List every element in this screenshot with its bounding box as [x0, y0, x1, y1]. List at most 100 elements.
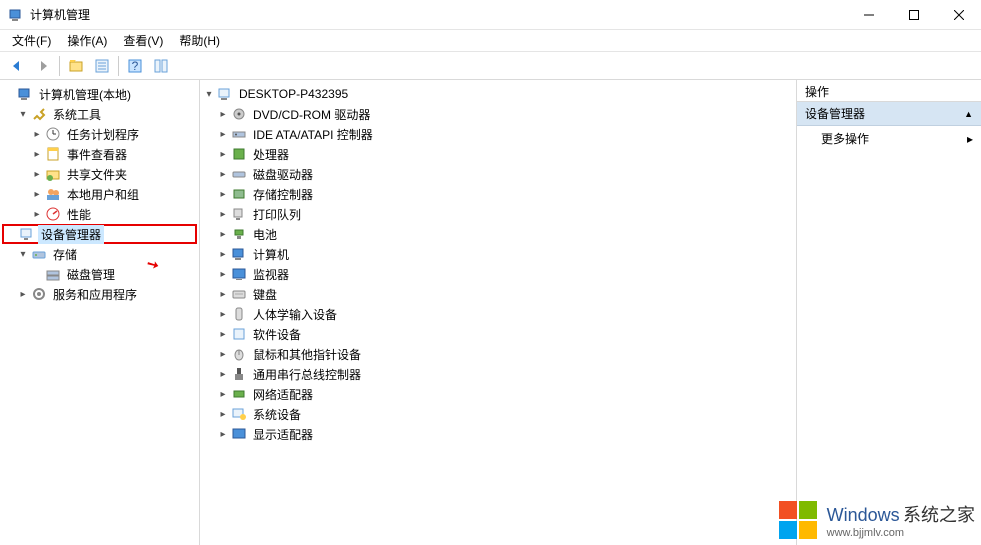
device-label: 监视器 [250, 265, 292, 284]
device-category[interactable]: ▸系统设备 [202, 404, 794, 424]
collapse-icon[interactable]: ▾ [202, 87, 216, 101]
tree-local-users[interactable]: ▸ 本地用户和组 [2, 184, 197, 204]
device-category-icon [231, 266, 247, 282]
device-root[interactable]: ▾ DESKTOP-P432395 [202, 84, 794, 104]
device-category[interactable]: ▸磁盘驱动器 [202, 164, 794, 184]
device-category[interactable]: ▸ 计算机 [202, 244, 794, 264]
window-title: 计算机管理 [30, 6, 846, 23]
expand-icon[interactable]: ▸ [216, 247, 230, 261]
device-category[interactable]: ▸网络适配器 [202, 384, 794, 404]
expand-icon[interactable]: ▸ [216, 387, 230, 401]
expand-icon[interactable]: ▸ [216, 147, 230, 161]
collapse-icon[interactable]: ▾ [16, 247, 30, 261]
expand-icon[interactable]: ▸ [30, 207, 44, 221]
device-label: 软件设备 [250, 325, 304, 344]
device-label: DESKTOP-P432395 [236, 86, 351, 102]
device-category[interactable]: ▸存储控制器 [202, 184, 794, 204]
minimize-button[interactable] [846, 0, 891, 29]
expand-spacer [4, 227, 18, 241]
maximize-button[interactable] [891, 0, 936, 29]
tree-storage[interactable]: ▾ 存储 [2, 244, 197, 264]
collapse-icon[interactable] [2, 87, 16, 101]
device-category-icon [231, 126, 247, 142]
device-label: 键盘 [250, 285, 280, 304]
tree-shared-folders[interactable]: ▸ 共享文件夹 [2, 164, 197, 184]
nav-back-button[interactable] [5, 54, 29, 78]
tree-system-tools[interactable]: ▾ 系统工具 [2, 104, 197, 124]
event-viewer-icon [45, 146, 61, 162]
tree-root-computer-mgmt[interactable]: 计算机管理(本地) [2, 84, 197, 104]
collapse-icon[interactable]: ▾ [16, 107, 30, 121]
device-category-icon [231, 426, 247, 442]
device-label: 通用串行总线控制器 [250, 365, 364, 384]
tree-device-manager[interactable]: 设备管理器 [2, 224, 197, 244]
device-category[interactable]: ▸ 通用串行总线控制器 [202, 364, 794, 384]
tree-label: 任务计划程序 [64, 125, 142, 144]
expand-icon[interactable]: ▸ [216, 107, 230, 121]
help-button[interactable]: ? [123, 54, 147, 78]
expand-icon[interactable]: ▸ [30, 127, 44, 141]
device-category[interactable]: ▸显示适配器 [202, 424, 794, 444]
expand-icon[interactable]: ▸ [216, 427, 230, 441]
tools-icon [31, 106, 47, 122]
device-label: 鼠标和其他指针设备 [250, 345, 364, 364]
expand-icon[interactable]: ▸ [16, 287, 30, 301]
expand-icon[interactable]: ▸ [216, 187, 230, 201]
chevron-right-icon: ▸ [967, 132, 973, 146]
tree-label: 性能 [64, 205, 94, 224]
device-label: 计算机 [250, 245, 292, 264]
expand-icon[interactable]: ▸ [30, 167, 44, 181]
menu-action[interactable]: 操作(A) [59, 30, 115, 51]
expand-icon[interactable]: ▸ [216, 407, 230, 421]
collapse-arrow-icon: ▲ [964, 109, 973, 119]
device-category-icon [231, 366, 247, 382]
nav-forward-button[interactable] [31, 54, 55, 78]
expand-icon[interactable]: ▸ [30, 187, 44, 201]
expand-icon[interactable]: ▸ [216, 347, 230, 361]
toolbar-separator [59, 56, 60, 76]
menu-help[interactable]: 帮助(H) [171, 30, 228, 51]
expand-icon[interactable]: ▸ [216, 167, 230, 181]
expand-icon[interactable]: ▸ [216, 287, 230, 301]
tree-task-scheduler[interactable]: ▸ 任务计划程序 [2, 124, 197, 144]
expand-icon[interactable]: ▸ [216, 267, 230, 281]
tree-event-viewer[interactable]: ▸ 事件查看器 [2, 144, 197, 164]
menu-view[interactable]: 查看(V) [115, 30, 171, 51]
actions-more[interactable]: 更多操作 ▸ [797, 126, 981, 151]
device-category[interactable]: ▸电池 [202, 224, 794, 244]
actions-pane: 操作 设备管理器 ▲ 更多操作 ▸ [797, 80, 981, 545]
device-category-icon [231, 326, 247, 342]
expand-icon[interactable]: ▸ [216, 127, 230, 141]
device-tree-pane: ▾ DESKTOP-P432395 ▸DVD/CD-ROM 驱动器▸IDE AT… [200, 80, 797, 545]
device-category[interactable]: ▸ 处理器 [202, 144, 794, 164]
tree-label: 磁盘管理 [64, 265, 118, 284]
menu-file[interactable]: 文件(F) [4, 30, 59, 51]
users-icon [45, 186, 61, 202]
device-category[interactable]: ▸DVD/CD-ROM 驱动器 [202, 104, 794, 124]
tree-performance[interactable]: ▸ 性能 [2, 204, 197, 224]
device-category[interactable]: ▸人体学输入设备 [202, 304, 794, 324]
device-category[interactable]: ▸ 键盘 [202, 284, 794, 304]
view-button[interactable] [149, 54, 173, 78]
device-category[interactable]: ▸ IDE ATA/ATAPI 控制器 [202, 124, 794, 144]
expand-icon[interactable]: ▸ [216, 207, 230, 221]
actions-section[interactable]: 设备管理器 ▲ [797, 102, 981, 126]
close-button[interactable] [936, 0, 981, 29]
expand-icon[interactable]: ▸ [216, 307, 230, 321]
actions-more-label: 更多操作 [821, 130, 869, 147]
expand-icon[interactable]: ▸ [216, 327, 230, 341]
device-label: 处理器 [250, 145, 292, 164]
device-label: IDE ATA/ATAPI 控制器 [250, 125, 376, 144]
tree-disk-mgmt[interactable]: 磁盘管理 [2, 264, 197, 284]
tree-services-apps[interactable]: ▸ 服务和应用程序 [2, 284, 197, 304]
device-category[interactable]: ▸打印队列 [202, 204, 794, 224]
expand-icon[interactable]: ▸ [216, 367, 230, 381]
expand-icon[interactable]: ▸ [216, 227, 230, 241]
computer-mgmt-icon [17, 86, 33, 102]
device-category[interactable]: ▸ 监视器 [202, 264, 794, 284]
device-category[interactable]: ▸ 软件设备 [202, 324, 794, 344]
expand-icon[interactable]: ▸ [30, 147, 44, 161]
up-button[interactable] [64, 54, 88, 78]
properties-button[interactable] [90, 54, 114, 78]
device-category[interactable]: ▸ 鼠标和其他指针设备 [202, 344, 794, 364]
